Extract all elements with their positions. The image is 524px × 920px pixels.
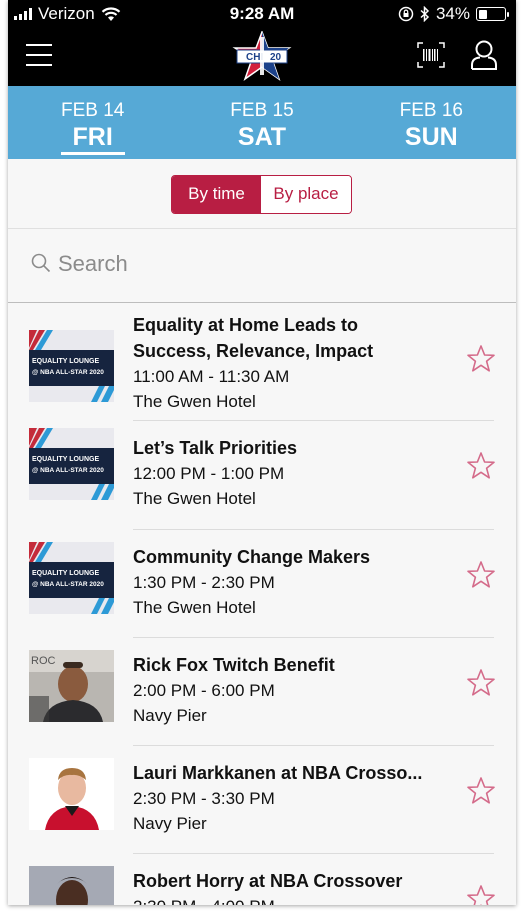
app-frame: Verizon 9:28 AM 34% CHI 20 FEB 14 FRI FE… <box>8 0 516 905</box>
event-title-line2: Success, Relevance, Impact <box>133 341 374 361</box>
favorite-star-icon[interactable] <box>466 884 496 905</box>
menu-button[interactable] <box>26 44 52 66</box>
event-thumbnail: EQUALITY LOUNGE @ NBA ALL-STAR 2020 <box>29 330 114 402</box>
thumb-line1: EQUALITY LOUNGE <box>32 358 99 365</box>
event-text: Lauri Markkanen at NBA Crosso... 2:30 PM… <box>133 760 463 836</box>
event-text: Equality at Home Leads to Success, Relev… <box>133 312 463 414</box>
event-thumbnail <box>29 758 114 830</box>
event-location: Navy Pier <box>133 706 207 725</box>
rick-fox-photo: ROC <box>29 650 114 722</box>
menu-icon-line <box>26 64 52 66</box>
active-tab-indicator <box>61 152 125 155</box>
date-tab-day: FRI <box>72 123 113 151</box>
equality-lounge-image: EQUALITY LOUNGE @ NBA ALL-STAR 2020 <box>29 428 114 500</box>
date-tab-day: SUN <box>404 123 458 151</box>
favorite-star-icon[interactable] <box>466 451 496 481</box>
view-toggle-bar: By time By place <box>8 159 516 229</box>
thumb-line1: EQUALITY LOUNGE <box>32 456 99 463</box>
date-tab-feb-14[interactable]: FEB 14 FRI <box>8 86 177 159</box>
event-item[interactable]: ROC Rick Fox Twitch Benefit 2:00 PM - 6:… <box>8 638 516 746</box>
date-tab-feb-15[interactable]: FEB 15 SAT <box>177 86 346 159</box>
event-time: 2:30 PM - 3:30 PM <box>133 789 275 808</box>
event-item[interactable]: EQUALITY LOUNGE @ NBA ALL-STAR 2020 Let’… <box>8 421 516 530</box>
event-title: Community Change Makers <box>133 547 371 567</box>
event-title: Rick Fox Twitch Benefit <box>133 655 335 675</box>
equality-lounge-image: EQUALITY LOUNGE @ NBA ALL-STAR 2020 <box>29 330 114 402</box>
event-title: Lauri Markkanen at NBA Crosso... <box>133 763 423 783</box>
event-location: The Gwen Hotel <box>133 489 256 508</box>
event-thumbnail: EQUALITY LOUNGE @ NBA ALL-STAR 2020 <box>29 428 114 500</box>
event-text: Robert Horry at NBA Crossover 2:30 PM - … <box>133 868 463 905</box>
battery-percent: 34% <box>435 4 470 23</box>
status-right: 34% <box>398 4 509 24</box>
event-title: Equality at Home Leads to <box>133 315 359 335</box>
favorite-star-icon[interactable] <box>466 560 496 590</box>
search-icon <box>31 253 51 273</box>
barcode-scan-icon[interactable] <box>416 41 446 69</box>
all-star-logo: CHI 20 <box>232 31 292 81</box>
search-input[interactable] <box>58 248 478 280</box>
battery-icon <box>476 7 509 21</box>
event-thumbnail: ROC <box>29 650 114 722</box>
search-bar <box>8 230 516 303</box>
thumb-bg-text: ROC <box>31 655 56 667</box>
by-place-button[interactable]: By place <box>261 176 351 213</box>
event-location: The Gwen Hotel <box>133 392 256 411</box>
favorite-star-icon[interactable] <box>466 344 496 374</box>
event-item[interactable]: Lauri Markkanen at NBA Crosso... 2:30 PM… <box>8 746 516 854</box>
event-item[interactable]: EQUALITY LOUNGE @ NBA ALL-STAR 2020 Comm… <box>8 530 516 638</box>
nav-bar: CHI 20 <box>8 28 516 86</box>
robert-horry-photo <box>29 866 114 905</box>
thumb-line2: @ NBA ALL-STAR 2020 <box>32 581 104 588</box>
event-title: Robert Horry at NBA Crossover <box>133 871 403 891</box>
event-location: Navy Pier <box>133 814 207 833</box>
event-list: EQUALITY LOUNGE @ NBA ALL-STAR 2020 Equa… <box>8 304 516 905</box>
event-thumbnail: EQUALITY LOUNGE @ NBA ALL-STAR 2020 <box>29 542 114 614</box>
event-text: Rick Fox Twitch Benefit 2:00 PM - 6:00 P… <box>133 652 463 728</box>
event-text: Let’s Talk Priorities 12:00 PM - 1:00 PM… <box>133 435 463 511</box>
event-text: Community Change Makers 1:30 PM - 2:30 P… <box>133 544 463 620</box>
event-title: Let’s Talk Priorities <box>133 438 298 458</box>
date-tab-month: FEB 15 <box>230 100 294 121</box>
user-profile-icon[interactable] <box>470 39 498 71</box>
thumb-line2: @ NBA ALL-STAR 2020 <box>32 467 104 474</box>
event-time: 2:00 PM - 6:00 PM <box>133 681 275 700</box>
status-bar: Verizon 9:28 AM 34% <box>8 0 516 28</box>
date-tab-feb-16[interactable]: FEB 16 SUN <box>347 86 516 159</box>
date-tab-day: SAT <box>237 123 287 151</box>
bluetooth-icon <box>420 6 430 22</box>
event-time: 11:00 AM - 11:30 AM <box>133 367 290 386</box>
date-tab-month: FEB 14 <box>60 100 125 121</box>
view-toggle: By time By place <box>171 175 352 214</box>
event-time: 1:30 PM - 2:30 PM <box>133 573 275 592</box>
menu-icon-line <box>26 54 52 56</box>
by-time-button[interactable]: By time <box>172 176 261 213</box>
favorite-star-icon[interactable] <box>466 776 496 806</box>
event-thumbnail <box>29 866 114 905</box>
date-tabs: FEB 14 FRI FEB 15 SAT FEB 16 SUN <box>8 86 516 159</box>
lauri-markkanen-photo <box>29 758 114 830</box>
date-tab-month: FEB 16 <box>399 100 463 121</box>
event-time: 2:30 PM - 4:00 PM <box>133 894 463 905</box>
thumb-line1: EQUALITY LOUNGE <box>32 570 99 577</box>
rotation-lock-icon <box>398 6 414 22</box>
logo-right-text: 20 <box>270 52 282 63</box>
thumb-line2: @ NBA ALL-STAR 2020 <box>32 369 104 376</box>
event-time: 12:00 PM - 1:00 PM <box>133 464 285 483</box>
event-item[interactable]: Robert Horry at NBA Crossover 2:30 PM - … <box>8 854 516 905</box>
event-item[interactable]: EQUALITY LOUNGE @ NBA ALL-STAR 2020 Equa… <box>8 304 516 421</box>
menu-icon-line <box>26 44 52 46</box>
favorite-star-icon[interactable] <box>466 668 496 698</box>
equality-lounge-image: EQUALITY LOUNGE @ NBA ALL-STAR 2020 <box>29 542 114 614</box>
event-location: The Gwen Hotel <box>133 598 256 617</box>
